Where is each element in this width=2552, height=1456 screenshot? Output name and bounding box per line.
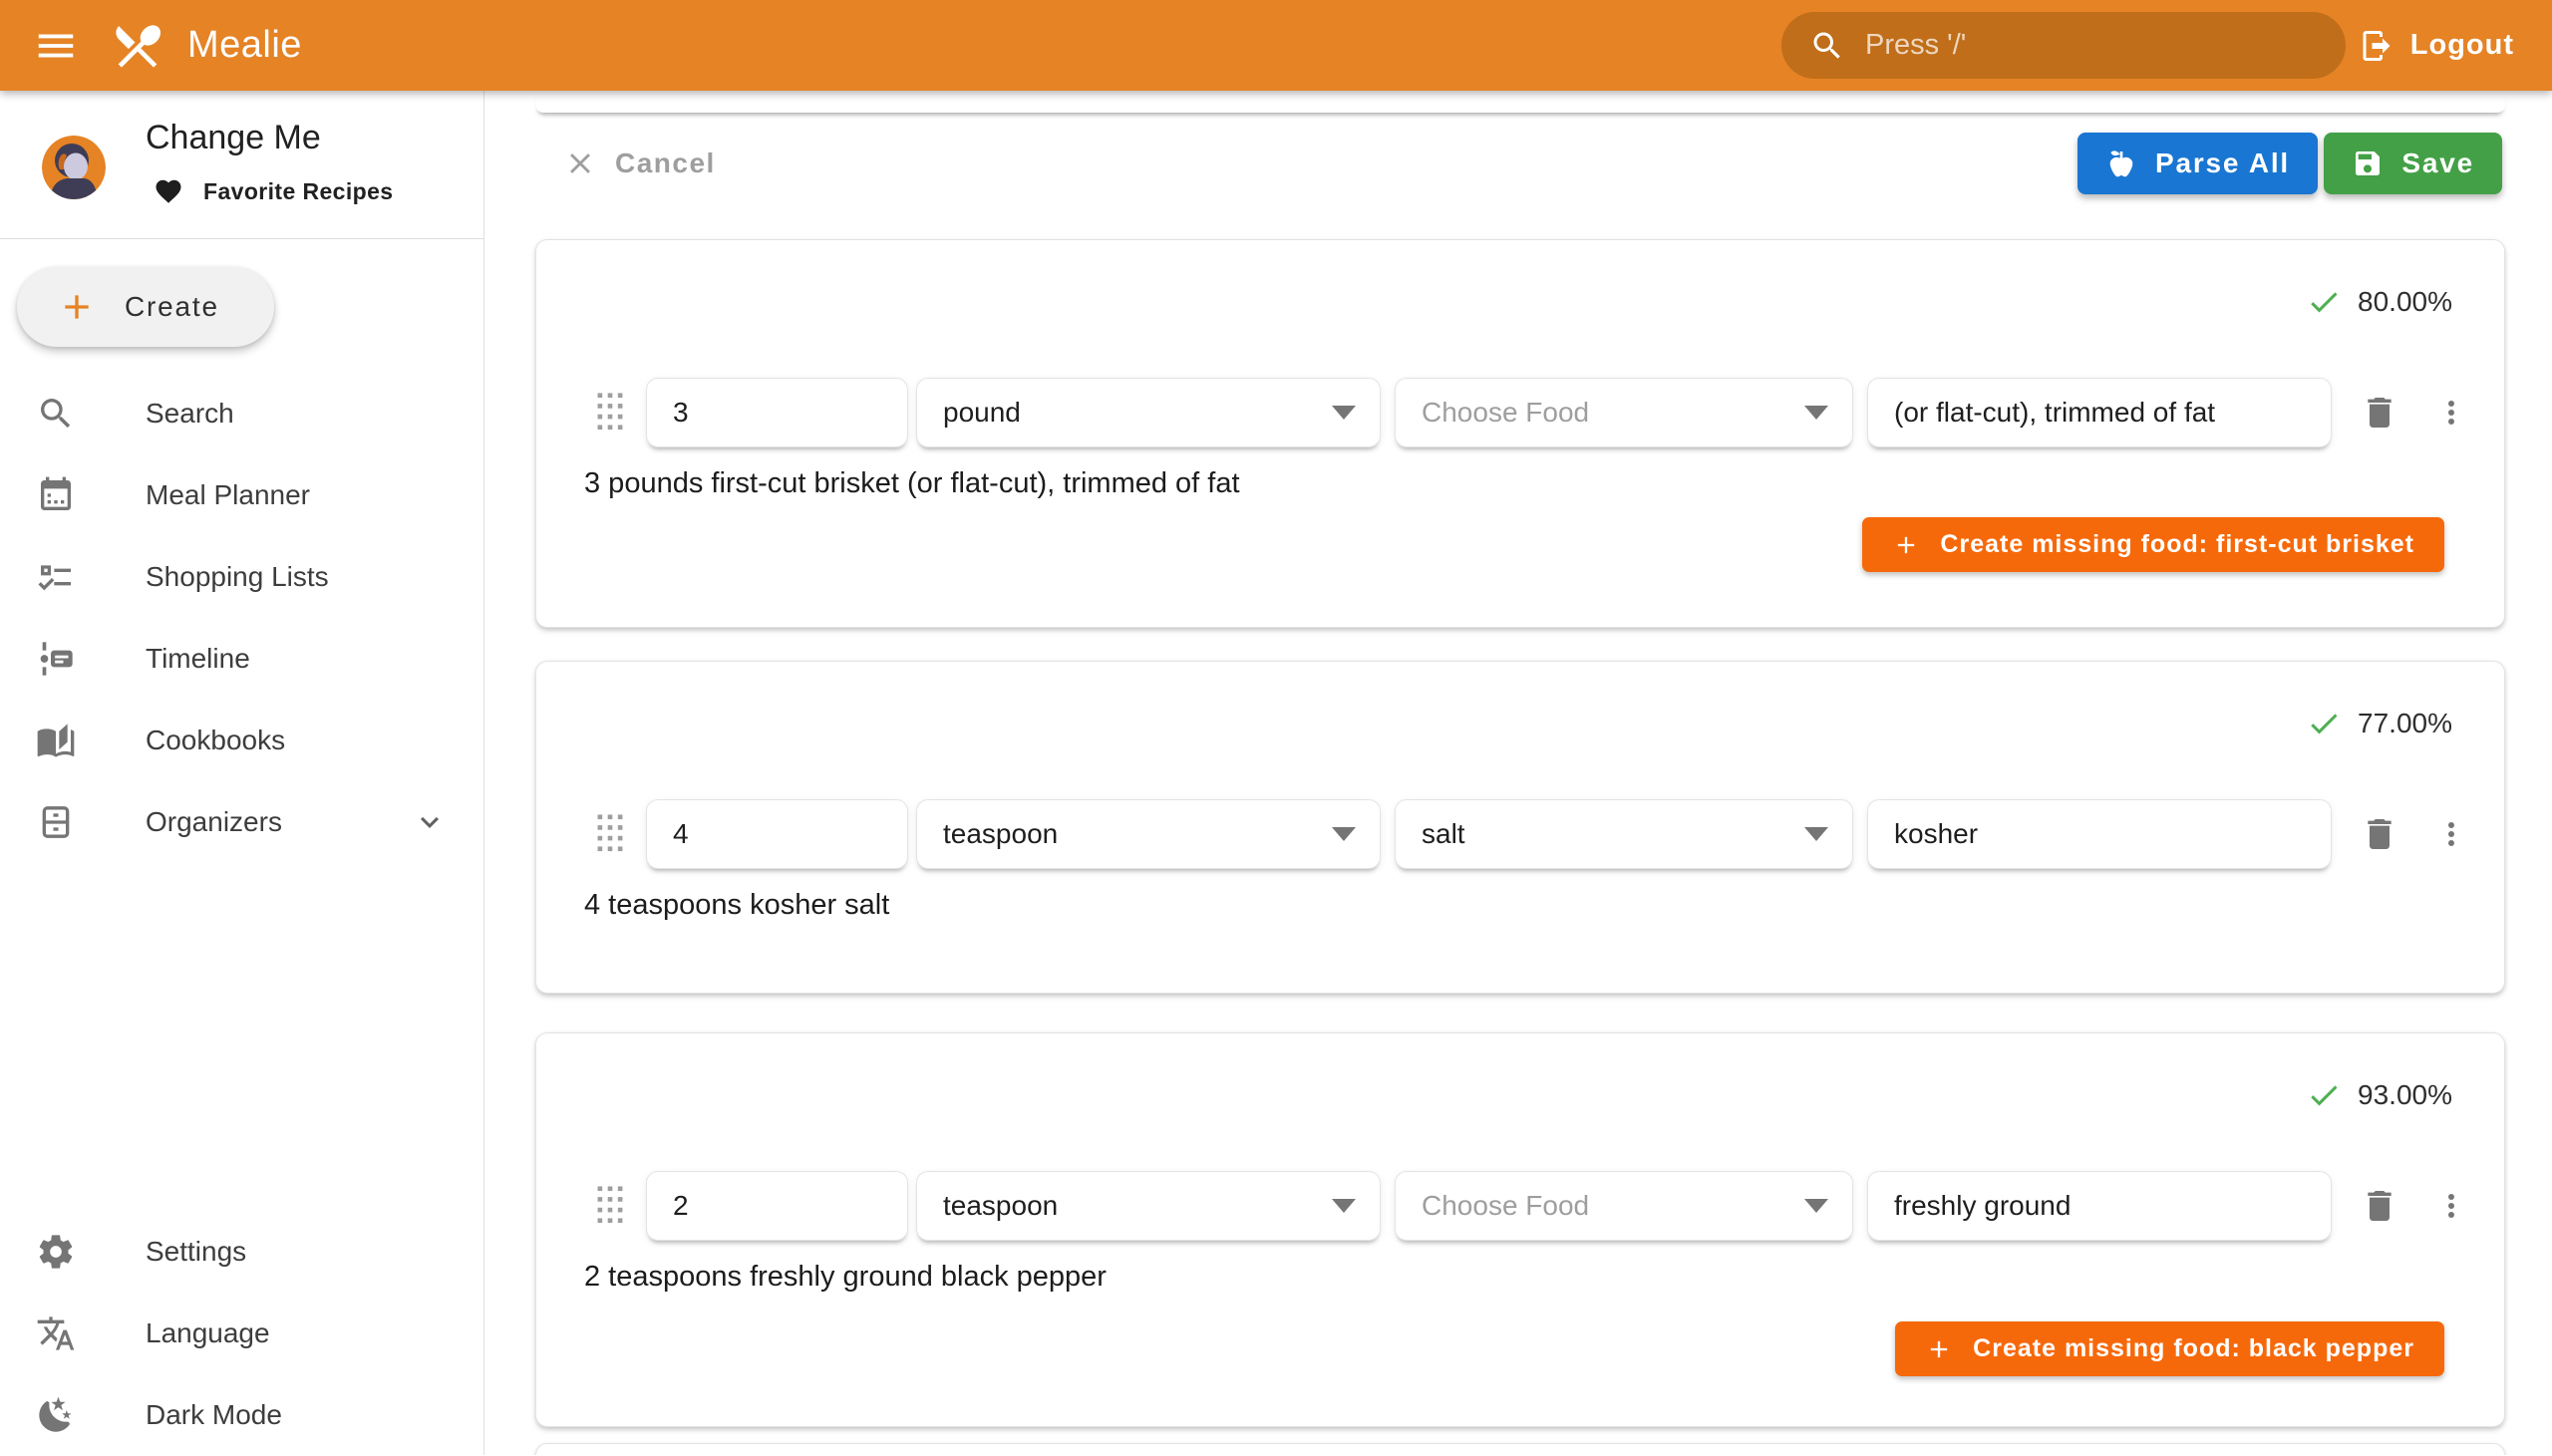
avatar[interactable] [42, 136, 106, 199]
delete-button[interactable] [2360, 1186, 2399, 1226]
book-open-icon [36, 721, 76, 760]
confidence-indicator: 77.00% [2306, 706, 2452, 741]
original-ingredient-text: 3 pounds first-cut brisket (or flat-cut)… [584, 467, 1240, 500]
confidence-value: 93.00% [2358, 1079, 2452, 1111]
main-content: Cancel Parse All Save 80.00% 3 pound [484, 91, 2552, 1455]
kebab-menu-icon [2433, 816, 2469, 852]
food-select[interactable]: Choose Food [1395, 1171, 1853, 1241]
gear-icon [36, 1232, 76, 1272]
trash-icon [2360, 393, 2399, 433]
select-caret-icon [1332, 1199, 1356, 1213]
apple-icon [2105, 147, 2137, 179]
select-caret-icon [1804, 827, 1828, 841]
kebab-menu-icon [2433, 395, 2469, 431]
note-input[interactable]: kosher [1867, 799, 2332, 869]
select-caret-icon [1332, 406, 1356, 420]
select-caret-icon [1804, 406, 1828, 420]
calendar-icon [36, 475, 76, 515]
plus-icon [1925, 1335, 1953, 1363]
ingredient-card-partial [535, 1443, 2505, 1455]
search-icon [1809, 28, 1845, 64]
sidebar-item-settings[interactable]: Settings [0, 1211, 483, 1293]
trash-icon [2360, 1186, 2399, 1226]
translate-icon [36, 1313, 76, 1353]
logout-button[interactable]: Logout [2347, 0, 2526, 91]
hamburger-menu-icon[interactable] [30, 20, 82, 72]
trash-icon [2360, 814, 2399, 854]
chevron-down-icon [412, 804, 448, 840]
plus-icon [57, 287, 97, 327]
plus-icon [1892, 531, 1920, 559]
sidebar-item-timeline[interactable]: Timeline [0, 618, 483, 700]
sidebar-item-meal-planner[interactable]: Meal Planner [0, 454, 483, 536]
magnify-icon [36, 394, 76, 434]
unit-select[interactable]: teaspoon [916, 799, 1381, 869]
delete-button[interactable] [2360, 393, 2399, 433]
scrolled-card-edge [535, 91, 2505, 113]
confidence-value: 80.00% [2358, 286, 2452, 318]
search-placeholder: Press '/' [1865, 29, 1966, 62]
check-icon [2306, 284, 2342, 320]
ingredient-card: 77.00% 4 teaspoon salt kosher 4 tea [535, 661, 2505, 994]
quantity-input[interactable]: 4 [646, 799, 908, 869]
sidebar-item-cookbooks[interactable]: Cookbooks [0, 700, 483, 781]
more-options-button[interactable] [2433, 816, 2469, 852]
confidence-value: 77.00% [2358, 708, 2452, 739]
cabinet-icon [36, 802, 76, 842]
sidebar-divider [0, 238, 483, 239]
note-input[interactable]: freshly ground [1867, 1171, 2332, 1241]
kebab-menu-icon [2433, 1188, 2469, 1224]
more-options-button[interactable] [2433, 395, 2469, 431]
favorite-recipes-link[interactable]: Favorite Recipes [154, 176, 393, 206]
check-icon [2306, 1077, 2342, 1113]
unit-select[interactable]: pound [916, 378, 1381, 447]
ingredient-card: 93.00% 2 teaspoon Choose Food freshly gr… [535, 1032, 2505, 1427]
confidence-indicator: 93.00% [2306, 1077, 2452, 1113]
logout-icon [2359, 28, 2394, 64]
sidebar-nav: Search Meal Planner Shopping Lists Timel… [0, 373, 483, 863]
food-select[interactable]: salt [1395, 799, 1853, 869]
drag-handle-icon[interactable] [594, 389, 626, 437]
drag-handle-icon[interactable] [594, 810, 626, 858]
ingredient-card: 80.00% 3 pound Choose Food (or flat-cut)… [535, 239, 2505, 628]
confidence-indicator: 80.00% [2306, 284, 2452, 320]
quantity-input[interactable]: 2 [646, 1171, 908, 1241]
sidebar: Change Me Favorite Recipes Create Search… [0, 91, 484, 1455]
drag-handle-icon[interactable] [594, 1182, 626, 1230]
sidebar-item-search[interactable]: Search [0, 373, 483, 454]
save-icon [2352, 147, 2384, 179]
sidebar-item-language[interactable]: Language [0, 1293, 483, 1374]
note-input[interactable]: (or flat-cut), trimmed of fat [1867, 378, 2332, 447]
create-button[interactable]: Create [17, 267, 274, 347]
timeline-icon [36, 639, 76, 679]
save-button[interactable]: Save [2324, 133, 2502, 194]
cancel-button[interactable]: Cancel [563, 133, 716, 194]
quantity-input[interactable]: 3 [646, 378, 908, 447]
original-ingredient-text: 4 teaspoons kosher salt [584, 889, 889, 922]
check-icon [2306, 706, 2342, 741]
moon-icon [36, 1395, 76, 1435]
heart-icon [154, 176, 183, 206]
unit-select[interactable]: teaspoon [916, 1171, 1381, 1241]
user-name: Change Me [146, 119, 321, 157]
food-select[interactable]: Choose Food [1395, 378, 1853, 447]
search-input[interactable]: Press '/' [1781, 12, 2346, 79]
sidebar-item-shopping-lists[interactable]: Shopping Lists [0, 536, 483, 618]
create-missing-food-button[interactable]: Create missing food: black pepper [1895, 1321, 2444, 1376]
parse-all-button[interactable]: Parse All [2077, 133, 2318, 194]
checklist-icon [36, 557, 76, 597]
more-options-button[interactable] [2433, 1188, 2469, 1224]
original-ingredient-text: 2 teaspoons freshly ground black pepper [584, 1261, 1107, 1294]
sidebar-bottom-nav: Settings Language Dark Mode [0, 1211, 483, 1456]
delete-button[interactable] [2360, 814, 2399, 854]
app-header: Mealie Press '/' Logout [0, 0, 2552, 91]
create-missing-food-button[interactable]: Create missing food: first-cut brisket [1862, 517, 2444, 572]
sidebar-item-organizers[interactable]: Organizers [0, 781, 483, 863]
close-icon [563, 146, 597, 180]
mealie-logo-icon[interactable] [110, 18, 165, 74]
app-title: Mealie [187, 24, 302, 67]
sidebar-item-dark-mode[interactable]: Dark Mode [0, 1374, 483, 1456]
select-caret-icon [1332, 827, 1356, 841]
select-caret-icon [1804, 1199, 1828, 1213]
